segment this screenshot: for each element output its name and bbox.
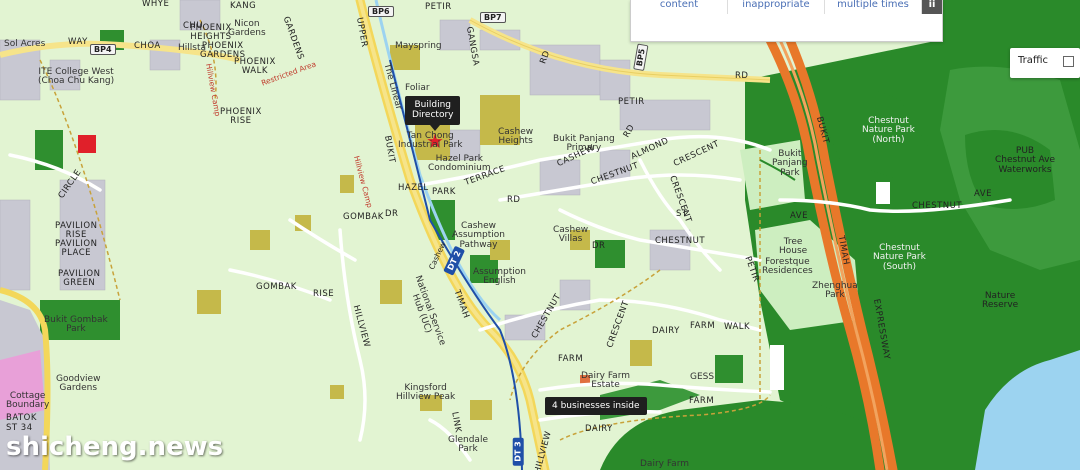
- street-batok: BATOK: [6, 413, 37, 423]
- street-hazel: HAZEL: [398, 183, 429, 193]
- place-dairy-farm: Dairy Farm: [640, 459, 690, 469]
- street-dr: DR: [592, 241, 606, 251]
- street-walk: WALK: [724, 322, 751, 332]
- street-pavilion-rise: PAVILION RISE: [55, 221, 98, 240]
- street-phoenix-rise: PHOENIX RISE: [220, 107, 262, 126]
- street-chestnut-3: CHESTNUT: [912, 201, 963, 211]
- street-ave-2: AVE: [974, 189, 992, 199]
- place-ite-college: ITE College West (Choa Chu Kang): [38, 67, 115, 87]
- place-cashew-assumption: Cashew Assumption Pathway: [452, 221, 505, 250]
- street-pavilion-place: PAVILION PLACE: [55, 239, 98, 258]
- place-bukit-panjang-park: Bukit Panjang Park: [772, 149, 808, 178]
- place-chestnut-south: Chestnut Nature Park (South): [873, 243, 926, 272]
- place-zhenghua-park: Zhenghua Park: [812, 281, 858, 301]
- street-farm-3: FARM: [689, 396, 715, 406]
- place-glendale: Glendale Park: [448, 435, 488, 455]
- place-chestnut-north: Chestnut Nature Park (North): [862, 116, 915, 145]
- street-gombak: GOMBAK: [343, 212, 384, 222]
- street-gombak-2: GOMBAK: [256, 282, 297, 292]
- place-nicon: Nicon Gardens: [228, 19, 266, 39]
- map-top-toolbar: content inappropriate multiple times ii: [630, 0, 943, 42]
- lrt-badge-bp7[interactable]: BP7: [480, 12, 506, 23]
- place-forestque: Forestque Residences: [762, 257, 813, 277]
- place-tree-house: Tree House: [779, 237, 808, 257]
- street-rise: RISE: [313, 289, 335, 299]
- place-sol-acres: Sol Acres: [4, 39, 46, 49]
- businesses-tooltip[interactable]: 4 businesses inside: [545, 397, 647, 416]
- building-directory-tooltip[interactable]: Building Directory: [405, 96, 461, 125]
- street-farm-2: FARM: [558, 354, 584, 364]
- traffic-checkbox[interactable]: [1063, 56, 1074, 67]
- place-dairy-farm-estate: Dairy Farm Estate: [581, 371, 631, 391]
- place-pub-waterworks: PUB Chestnut Ave Waterworks: [995, 146, 1056, 175]
- toolbar-tab-multiple[interactable]: multiple times: [825, 0, 922, 14]
- toolbar-tab-inappropriate[interactable]: inappropriate: [728, 0, 825, 14]
- street-pavilion-green: PAVILION GREEN: [58, 269, 101, 288]
- street-chestnut-2: CHESTNUT: [655, 236, 706, 246]
- place-kingsford: Kingsford Hillview Peak: [396, 383, 456, 403]
- toolbar-more-icon[interactable]: ii: [922, 0, 942, 14]
- place-tan-chong: Tan Chong Industrial Park: [398, 131, 463, 151]
- place-maysprings: Mayspring: [395, 41, 442, 51]
- street-farm: FARM: [690, 321, 716, 331]
- street-phoenix-walk: PHOENIX WALK: [234, 57, 276, 76]
- street-petir: PETIR: [425, 2, 452, 12]
- street-whye: WHYE: [142, 0, 170, 9]
- street-way: WAY: [68, 37, 88, 47]
- map-canvas[interactable]: content inappropriate multiple times ii …: [0, 0, 1080, 470]
- street-dr-2: DR: [385, 209, 399, 219]
- street-petir-2: PETIR: [618, 97, 645, 107]
- place-nature-reserve: Nature Reserve: [982, 291, 1019, 311]
- street-dairy-2: DAIRY: [585, 424, 613, 434]
- place-gess: GESS: [690, 372, 715, 382]
- street-dairy: DAIRY: [652, 326, 680, 336]
- mrt-badge-dt3[interactable]: DT 3: [512, 437, 524, 466]
- place-cashew-villas: Cashew Villas: [553, 225, 589, 245]
- place-cashew-heights: Cashew Heights: [498, 127, 534, 147]
- street-choa: CHOA: [134, 41, 161, 51]
- place-goodview: Goodview Gardens: [56, 374, 101, 394]
- lrt-badge-bp6[interactable]: BP6: [368, 6, 394, 17]
- street-rd-4: RD: [507, 195, 521, 205]
- street-ave: AVE: [790, 211, 808, 221]
- watermark: shicheng.news: [6, 432, 224, 462]
- place-foliar: Foliar: [405, 83, 430, 93]
- place-cottage: Cottage Boundary: [6, 391, 50, 411]
- traffic-label: Traffic: [1018, 55, 1049, 66]
- street-park: PARK: [432, 187, 456, 197]
- place-assumption-english: Assumption English: [473, 267, 526, 287]
- street-kang: KANG: [230, 1, 257, 11]
- map-base-layer: [0, 0, 1080, 470]
- toolbar-tab-content[interactable]: content: [631, 0, 728, 14]
- street-chu: CHU: [183, 21, 204, 31]
- street-rd-3: RD: [735, 71, 749, 81]
- lrt-badge-bp4[interactable]: BP4: [90, 44, 116, 55]
- place-bukit-gombak-park: Bukit Gombak Park: [44, 315, 108, 335]
- traffic-toggle[interactable]: Traffic: [1010, 48, 1080, 78]
